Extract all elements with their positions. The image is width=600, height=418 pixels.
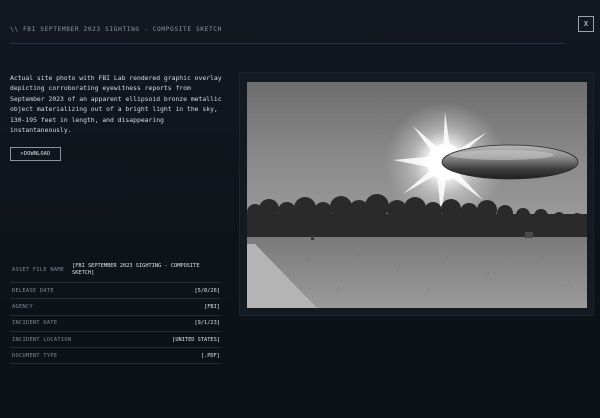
close-icon: X [583,20,589,28]
metadata-row-document-type: DOCUMENT TYPE [.PDF] [10,348,220,365]
metadata-row-incident-date: INCIDENT DATE [9/1/23] [10,316,220,332]
metadata-value: [UNITED STATES] [172,336,220,343]
download-button[interactable]: >DOWNLOAD [10,147,61,161]
metadata-key: DOCUMENT TYPE [12,352,58,359]
hay-bale [525,232,533,238]
metadata-value: [FBI SEPTEMBER 2023 SIGHTING - COMPOSITE… [72,262,200,276]
asset-description: Actual site photo with FBI Lab rendered … [10,74,222,135]
metadata-key: INCIDENT DATE [12,320,58,327]
metadata-row-release-date: RELEASE DATE [5/8/26] [10,283,220,300]
close-button[interactable]: X [578,16,594,32]
sighting-photo[interactable] [247,82,587,308]
header-divider [10,43,564,44]
metadata-key: AGENCY [12,303,33,310]
metadata-value: [5/8/26] [194,287,220,294]
ellipsoid-object [441,144,579,180]
metadata-value: [9/1/23] [194,320,220,327]
metadata-key: ASSET FILE NAME [12,267,65,273]
post [311,235,314,240]
metadata-value: [.PDF] [200,352,220,359]
metadata-key: RELEASE DATE [12,287,54,294]
modal-overlay: \\ FBI SEPTEMBER 2023 SIGHTING - COMPOSI… [0,0,600,418]
metadata-row-incident-location: INCIDENT LOCATION [UNITED STATES] [10,332,220,349]
metadata-key: INCIDENT LOCATION [12,336,72,343]
metadata-row-asset-file-name: ASSET FILE NAME [FBI SEPTEMBER 2023 SIGH… [10,258,220,283]
metadata-table: ASSET FILE NAME [FBI SEPTEMBER 2023 SIGH… [10,258,220,365]
metadata-value: [FBI] [204,303,220,310]
modal-title: \\ FBI SEPTEMBER 2023 SIGHTING - COMPOSI… [10,26,222,33]
metadata-row-agency: AGENCY [FBI] [10,299,220,316]
